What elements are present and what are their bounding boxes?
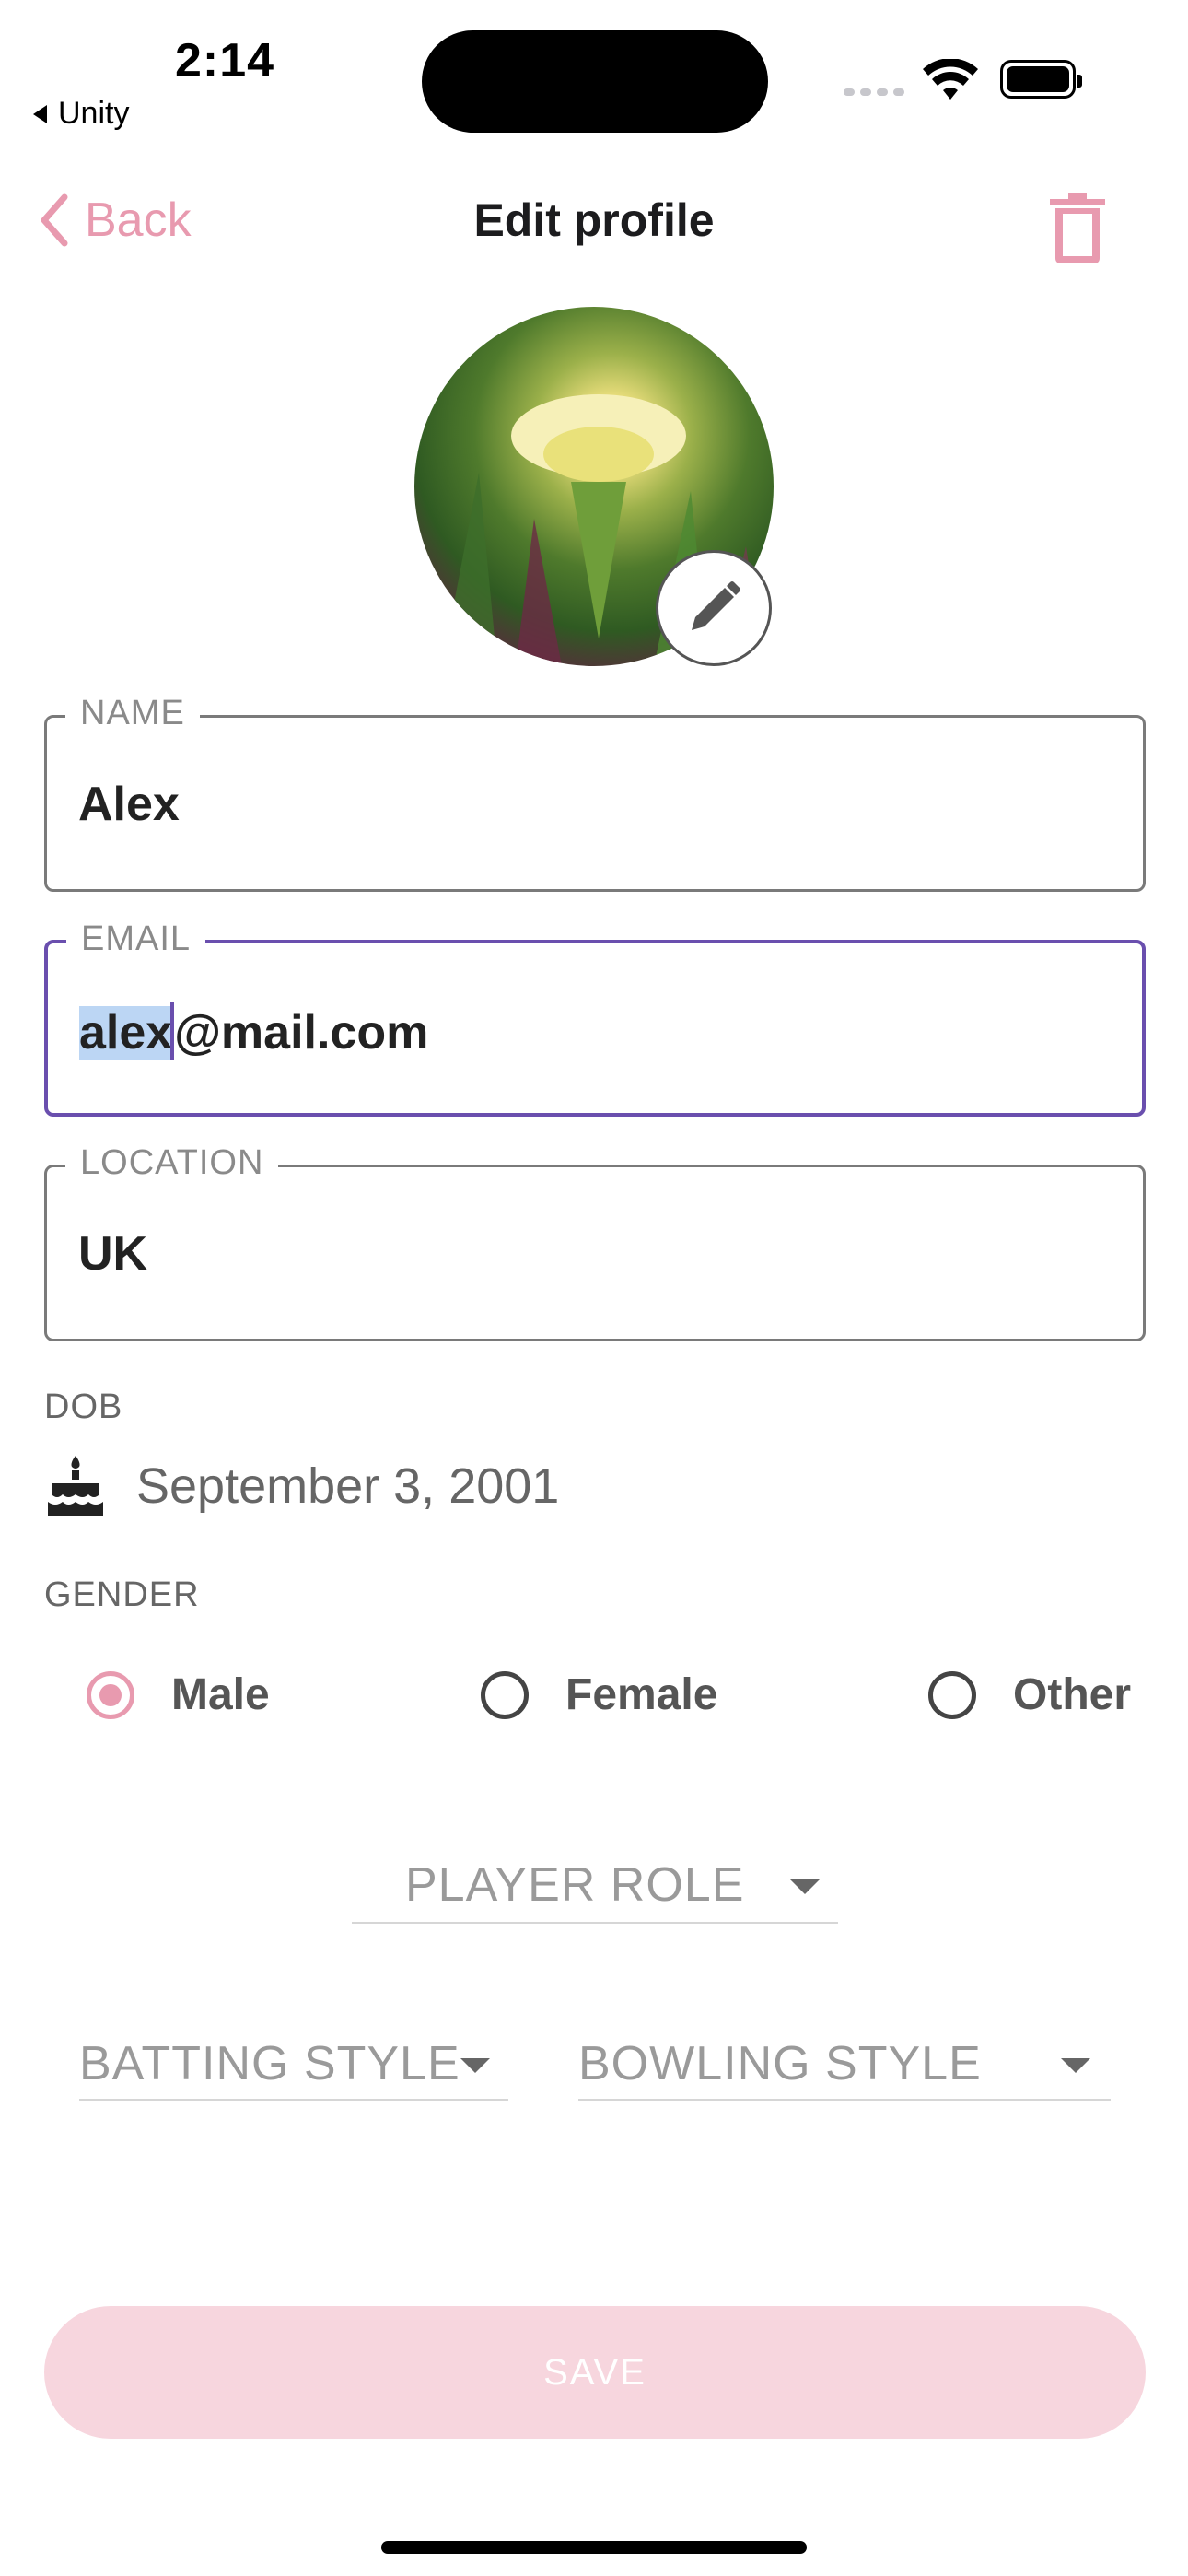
email-selected-text: alex [79, 1006, 173, 1060]
name-label: NAME [65, 694, 200, 733]
location-value: UK [78, 1227, 148, 1281]
player-role-placeholder: PLAYER ROLE [405, 1858, 745, 1912]
location-label: LOCATION [65, 1143, 279, 1183]
wifi-icon [923, 59, 978, 100]
gender-option-label: Female [565, 1670, 718, 1719]
gender-option-label: Male [171, 1670, 270, 1719]
bowling-style-placeholder: BOWLING STYLE [578, 2037, 982, 2090]
gender-radio-other[interactable]: Other [928, 1669, 1131, 1720]
gender-option-label: Other [1013, 1670, 1132, 1719]
batting-style-placeholder: BATTING STYLE [79, 2037, 460, 2090]
email-field[interactable]: EMAIL alex@mail.com [44, 919, 1146, 1117]
cellular-signal-icon [844, 88, 904, 96]
gender-label: GENDER [44, 1575, 200, 1614]
bowling-style-dropdown[interactable]: BOWLING STYLE [578, 2020, 1111, 2101]
radio-button [928, 1670, 976, 1719]
dynamic-island [422, 30, 768, 133]
home-indicator[interactable] [381, 2541, 807, 2554]
trash-icon[interactable] [1050, 193, 1105, 263]
back-to-app-link[interactable]: Unity [33, 96, 129, 132]
back-triangle-icon [33, 104, 47, 123]
edit-profile-screen: 2:14 Unity Back Edit profile NAME Alex E… [0, 0, 1188, 2576]
radio-button [481, 1670, 529, 1719]
save-label: SAVE [543, 2351, 646, 2393]
save-button[interactable]: SAVE [44, 2306, 1146, 2439]
location-field[interactable]: LOCATION UK [44, 1143, 1146, 1341]
dob-picker[interactable]: September 3, 2001 [48, 1456, 559, 1516]
email-label: EMAIL [66, 919, 206, 959]
status-time: 2:14 [175, 34, 275, 88]
dob-value: September 3, 2001 [136, 1458, 560, 1514]
edit-avatar-button[interactable] [656, 550, 772, 666]
dropdown-arrow-icon [460, 2058, 490, 2073]
radio-button-checked [87, 1670, 134, 1719]
page-title: Edit profile [473, 194, 715, 246]
batting-style-dropdown[interactable]: BATTING STYLE [79, 2020, 508, 2101]
name-value: Alex [78, 778, 180, 831]
gender-radio-female[interactable]: Female [481, 1669, 717, 1720]
email-value: alex@mail.com [79, 1002, 428, 1060]
pencil-icon [692, 581, 740, 630]
email-rest-text: @mail.com [174, 1006, 429, 1060]
gender-radio-male[interactable]: Male [87, 1669, 270, 1720]
dropdown-arrow-icon [790, 1879, 820, 1894]
back-app-label: Unity [58, 96, 130, 131]
cake-icon [48, 1456, 103, 1516]
name-field[interactable]: NAME Alex [44, 694, 1146, 892]
dropdown-arrow-icon [1061, 2058, 1090, 2073]
battery-icon [1000, 60, 1082, 99]
player-role-dropdown[interactable]: PLAYER ROLE [352, 1843, 838, 1924]
dob-label: DOB [44, 1388, 123, 1426]
